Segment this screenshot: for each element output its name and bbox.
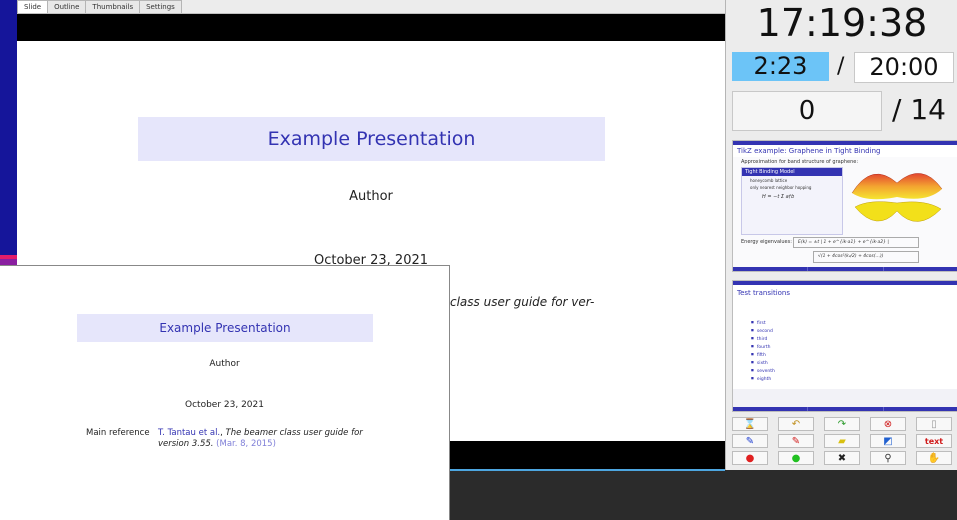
thumb-block: Tight Binding Model honeycomb lattice on… bbox=[741, 167, 843, 235]
preview-reference: T. Tantau et al., The beamer class user … bbox=[158, 428, 363, 449]
redo-icon[interactable]: ↷ bbox=[824, 417, 860, 431]
next-slide-thumbnail[interactable]: TikZ example: Graphene in Tight Binding … bbox=[732, 140, 957, 272]
magnifier-icon[interactable]: ⚲ bbox=[870, 451, 906, 465]
red-pointer-icon[interactable]: ● bbox=[732, 451, 768, 465]
reference-author[interactable]: T. Tantau et al. bbox=[158, 428, 220, 438]
slide-reference-partial: class user guide for ver- bbox=[450, 295, 595, 309]
tab-thumbnails[interactable]: Thumbnails bbox=[85, 0, 141, 13]
thumb-block-title: Tight Binding Model bbox=[742, 168, 842, 176]
list-item: second bbox=[751, 327, 775, 335]
blank-icon[interactable]: ▯ bbox=[916, 417, 952, 431]
toolbar: ⌛ ↶ ↷ ⊗ ▯ ✎ ✎ ▰ ◩ text ● ● ✖ ⚲ ✋ bbox=[732, 417, 957, 465]
preview-date: October 23, 2021 bbox=[185, 400, 264, 410]
list-item: fifth bbox=[751, 351, 775, 359]
preview-author: Author bbox=[209, 359, 240, 369]
preview-title: Example Presentation bbox=[77, 314, 373, 342]
graphene-band-plot bbox=[851, 173, 943, 222]
page-total: / 14 bbox=[892, 93, 946, 126]
blue-pen-icon[interactable]: ✎ bbox=[732, 434, 768, 448]
clock: 17:19:38 bbox=[756, 1, 928, 45]
tab-slide[interactable]: Slide bbox=[17, 0, 49, 13]
page-number-input[interactable]: 0 bbox=[732, 91, 882, 131]
thumb-footer bbox=[733, 407, 957, 411]
tab-settings[interactable]: Settings bbox=[139, 0, 182, 13]
thumb-formula: √(1 + 4cos²(k₂/2) + 4cos(…)) bbox=[813, 251, 919, 263]
red-pen-icon[interactable]: ✎ bbox=[778, 434, 814, 448]
pin-icon[interactable]: ✖ bbox=[824, 451, 860, 465]
undo-icon[interactable]: ↶ bbox=[778, 417, 814, 431]
slide-sidebar-strip bbox=[0, 0, 18, 265]
timer-separator: / bbox=[837, 54, 845, 79]
preview-reference-label: Main reference bbox=[86, 428, 150, 438]
slide-title: Example Presentation bbox=[138, 117, 605, 161]
slide-top-border bbox=[17, 14, 725, 41]
tab-outline[interactable]: Outline bbox=[47, 0, 87, 13]
thumb-item-list: first second third fourth fifth sixth se… bbox=[751, 319, 775, 383]
thumb-energy-label: Energy eigenvalues: bbox=[741, 239, 792, 245]
thumb-shade bbox=[733, 389, 957, 407]
highlighter-icon[interactable]: ▰ bbox=[824, 434, 860, 448]
timer-total[interactable]: 20:00 bbox=[854, 52, 954, 83]
green-pointer-icon[interactable]: ● bbox=[778, 451, 814, 465]
thumb-equation: H = −t Σ a†b bbox=[762, 194, 795, 200]
presenter-preview-slide: Example Presentation Author October 23, … bbox=[0, 265, 450, 520]
text-icon[interactable]: text bbox=[916, 434, 952, 448]
hand-icon[interactable]: ✋ bbox=[916, 451, 952, 465]
list-item: first bbox=[751, 319, 775, 327]
thumb-bullet: honeycomb lattice bbox=[750, 178, 788, 183]
clear-icon[interactable]: ⊗ bbox=[870, 417, 906, 431]
hourglass-icon[interactable]: ⌛ bbox=[732, 417, 768, 431]
thumb-footer bbox=[733, 267, 957, 271]
list-item: seventh bbox=[751, 367, 775, 375]
progress-line bbox=[449, 469, 725, 471]
thumb-body: Approximation for band structure of grap… bbox=[733, 157, 957, 267]
list-item: fourth bbox=[751, 343, 775, 351]
tab-bar: Slide Outline Thumbnails Settings bbox=[17, 0, 725, 14]
eraser-icon[interactable]: ◩ bbox=[870, 434, 906, 448]
thumb-bullet: only nearest neighbor hopping bbox=[750, 185, 812, 190]
thumb-formula: E(k) = ±t | 1 + e^{ik·a1} + e^{ik·a2} | bbox=[793, 237, 919, 248]
list-item: third bbox=[751, 335, 775, 343]
timer-elapsed[interactable]: 2:23 bbox=[732, 52, 829, 81]
second-slide-thumbnail[interactable]: Test transitions first second third four… bbox=[732, 280, 957, 412]
thumb-title: Test transitions bbox=[733, 285, 957, 300]
list-item: eighth bbox=[751, 375, 775, 383]
reference-date[interactable]: (Mar. 8, 2015) bbox=[216, 439, 276, 449]
presenter-panel: 17:19:38 2:23 / 20:00 0 / 14 TikZ exampl… bbox=[725, 0, 957, 470]
list-item: sixth bbox=[751, 359, 775, 367]
thumb-subtitle: Approximation for band structure of grap… bbox=[741, 159, 859, 165]
slide-author: Author bbox=[349, 189, 393, 204]
